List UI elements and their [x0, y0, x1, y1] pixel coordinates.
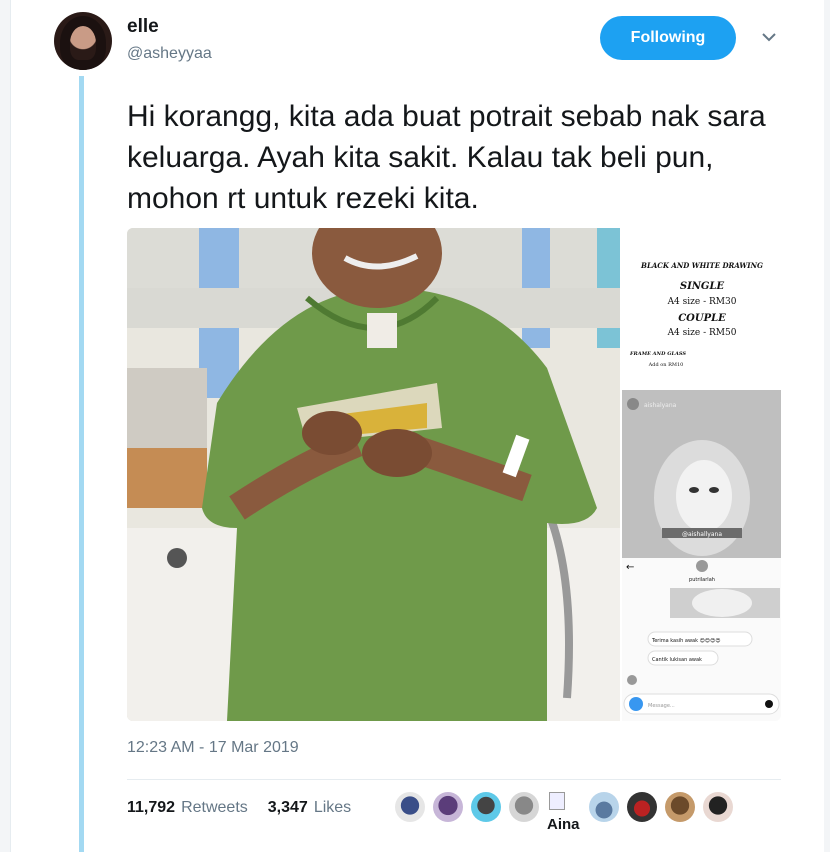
liker-avatar[interactable] — [509, 792, 539, 822]
main-photo[interactable] — [127, 228, 620, 721]
liker-avatar[interactable] — [665, 792, 695, 822]
liker-avatar[interactable] — [471, 792, 501, 822]
dm-input-placeholder: Message... — [648, 703, 675, 709]
couple-price: A4 size - RM50 — [667, 328, 737, 338]
likes-label: Likes — [313, 799, 352, 816]
price-heading: BLACK AND WHITE DRAWING — [640, 261, 763, 270]
retweets-count: 11,792 — [127, 799, 176, 816]
tweet-timestamp[interactable]: 12:23 AM - 17 Mar 2019 — [127, 739, 299, 757]
couple-label: COUPLE — [678, 313, 726, 324]
user-handle[interactable]: @asheyyaa — [127, 45, 212, 63]
liker-avatar[interactable] — [433, 792, 463, 822]
likes-count: 3,347 — [267, 799, 308, 816]
liker-avatar[interactable] — [627, 792, 657, 822]
side-collage[interactable]: BLACK AND WHITE DRAWING SINGLE A4 size -… — [622, 228, 781, 721]
left-page-edge — [0, 0, 11, 852]
liker-aina-label: Aina — [547, 816, 580, 833]
tweet-text: Hi korangg, kita ada buat potrait sebab … — [127, 100, 766, 215]
dm-contact: putrilarlah — [689, 577, 715, 583]
liker-avatar[interactable] — [703, 792, 733, 822]
divider — [127, 779, 781, 780]
following-button[interactable]: Following — [600, 16, 736, 60]
frame-label: FRAME AND GLASS — [629, 351, 686, 357]
frame-price: Add on RM10 — [648, 362, 684, 368]
liker-avatar[interactable] — [589, 792, 619, 822]
liker-aina[interactable]: Aina — [547, 792, 581, 836]
likes-stat[interactable]: 3,347 Likes — [268, 799, 351, 817]
single-label: SINGLE — [680, 281, 725, 292]
right-page-edge — [824, 0, 830, 852]
tweet-stats: 11,792 Retweets 3,347 Likes — [127, 799, 365, 817]
retweets-stat[interactable]: 11,792 Retweets — [127, 799, 248, 817]
broken-image-icon — [549, 792, 565, 810]
tweet-media[interactable]: BLACK AND WHITE DRAWING SINGLE A4 size -… — [127, 228, 781, 721]
likers-list: Aina — [395, 792, 733, 836]
display-name[interactable]: elle — [127, 16, 159, 38]
dm-back-arrow: ← — [626, 562, 634, 573]
story-watermark: @aishallyana — [682, 531, 722, 538]
liker-avatar[interactable] — [395, 792, 425, 822]
avatar[interactable] — [54, 12, 112, 70]
thread-line — [79, 76, 84, 852]
chevron-down-icon[interactable] — [762, 30, 776, 44]
dm-message-1: Terima kasih awak 😍😍😍😍 — [651, 638, 720, 644]
single-price: A4 size - RM30 — [667, 297, 737, 307]
price-card: BLACK AND WHITE DRAWING SINGLE A4 size -… — [622, 228, 781, 721]
retweets-label: Retweets — [181, 799, 248, 816]
dm-message-2: Cantik lukisan awak — [652, 657, 702, 663]
story-username: aishalyana — [644, 402, 677, 409]
